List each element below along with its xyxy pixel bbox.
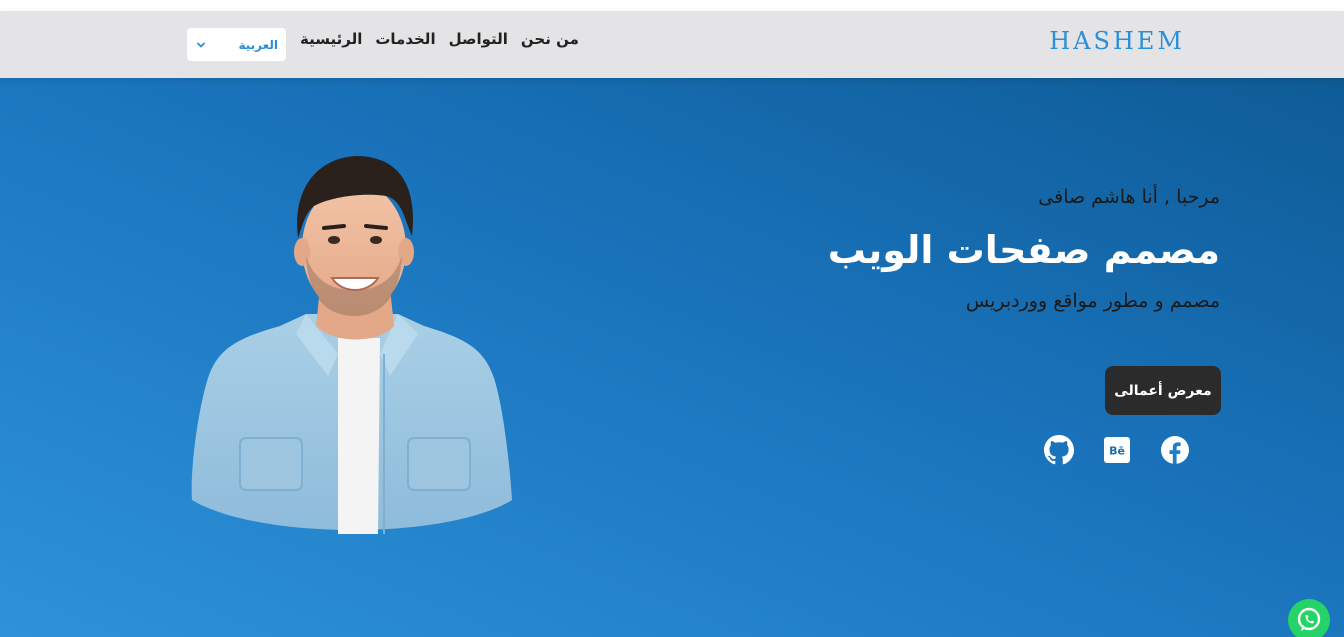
nav-contact[interactable]: التواصل <box>449 30 508 48</box>
hero-headline: مصمم صفحات الويب <box>827 228 1220 272</box>
nav-about[interactable]: من نحن <box>521 30 579 48</box>
behance-icon-text: Bē <box>1109 445 1125 458</box>
whatsapp-icon[interactable] <box>1288 599 1330 637</box>
chevron-down-icon <box>197 42 205 47</box>
portfolio-button[interactable]: معرض أعمالى <box>1105 366 1221 415</box>
top-strip <box>0 0 1344 11</box>
hero-text: مرحبا , أنا هاشم صافى مصمم صفحات الويب م… <box>828 186 1220 312</box>
nav-home[interactable]: الرئيسية <box>300 30 362 48</box>
brand-logo[interactable]: HASHEM <box>1049 27 1185 55</box>
hero-subtitle: مصمم و مطور مواقع ووردبريس <box>965 289 1220 312</box>
github-icon[interactable] <box>1044 435 1074 465</box>
language-select-value: العربية <box>238 37 278 52</box>
main-nav: الرئيسية الخدمات التواصل من نحن <box>300 30 579 48</box>
behance-icon[interactable]: Bē <box>1102 435 1132 465</box>
hero-section: مرحبا , أنا هاشم صافى مصمم صفحات الويب م… <box>0 78 1344 637</box>
facebook-icon[interactable] <box>1160 435 1190 465</box>
nav-services[interactable]: الخدمات <box>375 30 435 48</box>
navbar: HASHEM الرئيسية الخدمات التواصل من نحن ا… <box>0 11 1344 78</box>
language-select[interactable]: العربية <box>187 28 286 61</box>
hero-greeting: مرحبا , أنا هاشم صافى <box>1038 186 1220 208</box>
profile-photo <box>191 156 513 534</box>
